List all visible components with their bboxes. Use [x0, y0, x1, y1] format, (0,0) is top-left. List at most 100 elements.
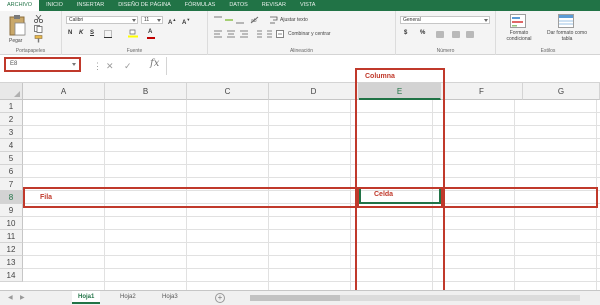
- horizontal-scrollbar[interactable]: [250, 295, 580, 301]
- row-header-12[interactable]: 12: [0, 243, 23, 256]
- alignment-group: ab Ajustar texto Combinar y centrar Alin…: [208, 11, 396, 55]
- format-as-table-button[interactable]: Dar formato como tabla: [544, 30, 590, 42]
- font-color-icon[interactable]: A: [148, 29, 152, 36]
- row-header-1[interactable]: 1: [0, 100, 23, 113]
- tab-archivo[interactable]: ARCHIVO: [0, 0, 40, 11]
- row-annotation: Fila: [40, 194, 53, 201]
- indent-icons[interactable]: [254, 30, 272, 38]
- tab-vista[interactable]: VISTA: [293, 0, 323, 11]
- column-header-g[interactable]: G: [523, 83, 600, 100]
- formula-bar: E8 ⋮ ✕ ✓ fx: [0, 55, 600, 83]
- active-cell-e8[interactable]: [359, 187, 441, 204]
- merge-center-button[interactable]: Combinar y centrar: [288, 31, 331, 37]
- row-header-13[interactable]: 13: [0, 256, 23, 269]
- row-header-3[interactable]: 3: [0, 126, 23, 139]
- wrap-text-button[interactable]: Ajustar texto: [280, 17, 308, 23]
- row-header-5[interactable]: 5: [0, 152, 23, 165]
- wrap-text-icon[interactable]: [270, 16, 278, 24]
- column-header-d[interactable]: D: [269, 83, 359, 100]
- row-header-10[interactable]: 10: [0, 217, 23, 230]
- conditional-format-button[interactable]: Formato condicional: [498, 30, 540, 42]
- increase-font-icon[interactable]: A▲: [168, 16, 176, 27]
- column-header-f[interactable]: F: [441, 83, 523, 100]
- cut-icon[interactable]: [34, 15, 43, 23]
- styles-group-label: Estilos: [540, 48, 556, 54]
- tab-diseno-pagina[interactable]: DISEÑO DE PÁGINA: [111, 0, 178, 11]
- cell-annotation: Celda: [374, 191, 394, 198]
- row-header-11[interactable]: 11: [0, 230, 23, 243]
- horizontal-scrollbar-thumb[interactable]: [250, 295, 340, 301]
- row-header-9[interactable]: 9: [0, 204, 23, 217]
- row-header-4[interactable]: 4: [0, 139, 23, 152]
- sheet-tab-hoja2[interactable]: Hoja2: [114, 291, 142, 304]
- orientation-icon[interactable]: ab: [250, 16, 260, 24]
- bold-button[interactable]: N: [68, 30, 72, 37]
- tab-insertar[interactable]: INSERTAR: [70, 0, 111, 11]
- fill-color-icon[interactable]: [128, 29, 140, 38]
- ribbon-tabs: ARCHIVO INICIO INSERTAR DISEÑO DE PÁGINA…: [0, 0, 600, 11]
- currency-button[interactable]: $: [404, 30, 407, 37]
- sheet-tab-hoja3[interactable]: Hoja3: [156, 291, 184, 304]
- select-all-button[interactable]: [0, 83, 23, 100]
- worksheet-grid: A B C D E F G 1 2 3 4 5 6 7 8 9 10 11 12…: [0, 83, 600, 290]
- column-header-b[interactable]: B: [105, 83, 187, 100]
- add-sheet-icon[interactable]: +: [215, 293, 225, 303]
- clipboard-group: Pegar Portapapeles: [0, 11, 62, 55]
- font-size-combo[interactable]: 11: [141, 16, 163, 24]
- name-box-value: E8: [10, 61, 18, 67]
- thousands-separator-icon[interactable]: [436, 31, 444, 38]
- column-header-c[interactable]: C: [187, 83, 269, 100]
- name-box[interactable]: E8: [4, 57, 81, 72]
- insert-function-button[interactable]: fx: [150, 58, 159, 69]
- paste-icon[interactable]: [8, 14, 26, 36]
- next-sheet-icon[interactable]: ▶: [20, 294, 25, 301]
- svg-text:ab: ab: [251, 18, 257, 24]
- number-format-combo[interactable]: General: [400, 16, 490, 24]
- column-header-a[interactable]: A: [23, 83, 105, 100]
- vertical-align-icons[interactable]: [214, 16, 244, 24]
- tab-inicio[interactable]: INICIO: [39, 0, 70, 11]
- copy-icon[interactable]: [34, 25, 43, 33]
- alignment-group-label: Alineación: [289, 48, 314, 54]
- row-header-6[interactable]: 6: [0, 165, 23, 178]
- font-color-bar: [147, 37, 155, 39]
- merge-icon[interactable]: [276, 30, 284, 38]
- paste-button[interactable]: Pegar: [9, 38, 22, 44]
- sheet-tab-bar: ◀ ▶ Hoja1 Hoja2 Hoja3 +: [0, 290, 600, 305]
- previous-sheet-icon[interactable]: ◀: [8, 294, 13, 301]
- conditional-format-icon[interactable]: [510, 14, 526, 28]
- tab-revisar[interactable]: REVISAR: [255, 0, 293, 11]
- tab-datos[interactable]: DATOS: [222, 0, 254, 11]
- chevron-down-icon[interactable]: [72, 63, 76, 66]
- underline-button[interactable]: S: [90, 30, 94, 37]
- cancel-icon[interactable]: ✕: [106, 61, 114, 72]
- row-header-14[interactable]: 14: [0, 269, 23, 282]
- horizontal-align-icons[interactable]: [214, 30, 250, 38]
- row-header-8[interactable]: 8: [0, 191, 23, 204]
- styles-group: Formato condicional Dar formato como tab…: [496, 11, 600, 55]
- column-annotation: Columna: [365, 73, 395, 80]
- cell-area[interactable]: [23, 100, 600, 290]
- enter-icon[interactable]: ✓: [124, 61, 132, 72]
- format-as-table-icon[interactable]: [558, 14, 574, 28]
- borders-icon[interactable]: [104, 30, 114, 38]
- percent-button[interactable]: %: [420, 30, 425, 37]
- number-group: General $ % Número: [396, 11, 496, 55]
- tab-formulas[interactable]: FÓRMULAS: [178, 0, 223, 11]
- clipboard-group-label: Portapapeles: [15, 48, 46, 54]
- font-group-label: Fuente: [126, 48, 143, 54]
- decrease-font-icon[interactable]: A▼: [182, 16, 190, 27]
- format-painter-icon[interactable]: [34, 35, 43, 43]
- number-group-label: Número: [436, 48, 455, 54]
- row-header-2[interactable]: 2: [0, 113, 23, 126]
- increase-decimal-icon[interactable]: [452, 31, 460, 38]
- ribbon: Pegar Portapapeles Calibri 11 A▲ A▼ N K …: [0, 11, 600, 55]
- row-header-7[interactable]: 7: [0, 178, 23, 191]
- column-header-e[interactable]: E: [359, 83, 441, 100]
- decrease-decimal-icon[interactable]: [466, 31, 474, 38]
- italic-button[interactable]: K: [79, 30, 83, 37]
- more-options-icon: ⋮: [93, 61, 102, 71]
- sheet-tab-hoja1[interactable]: Hoja1: [72, 291, 101, 304]
- font-name-combo[interactable]: Calibri: [66, 16, 138, 24]
- font-group: Calibri 11 A▲ A▼ N K S A Fuente: [62, 11, 208, 55]
